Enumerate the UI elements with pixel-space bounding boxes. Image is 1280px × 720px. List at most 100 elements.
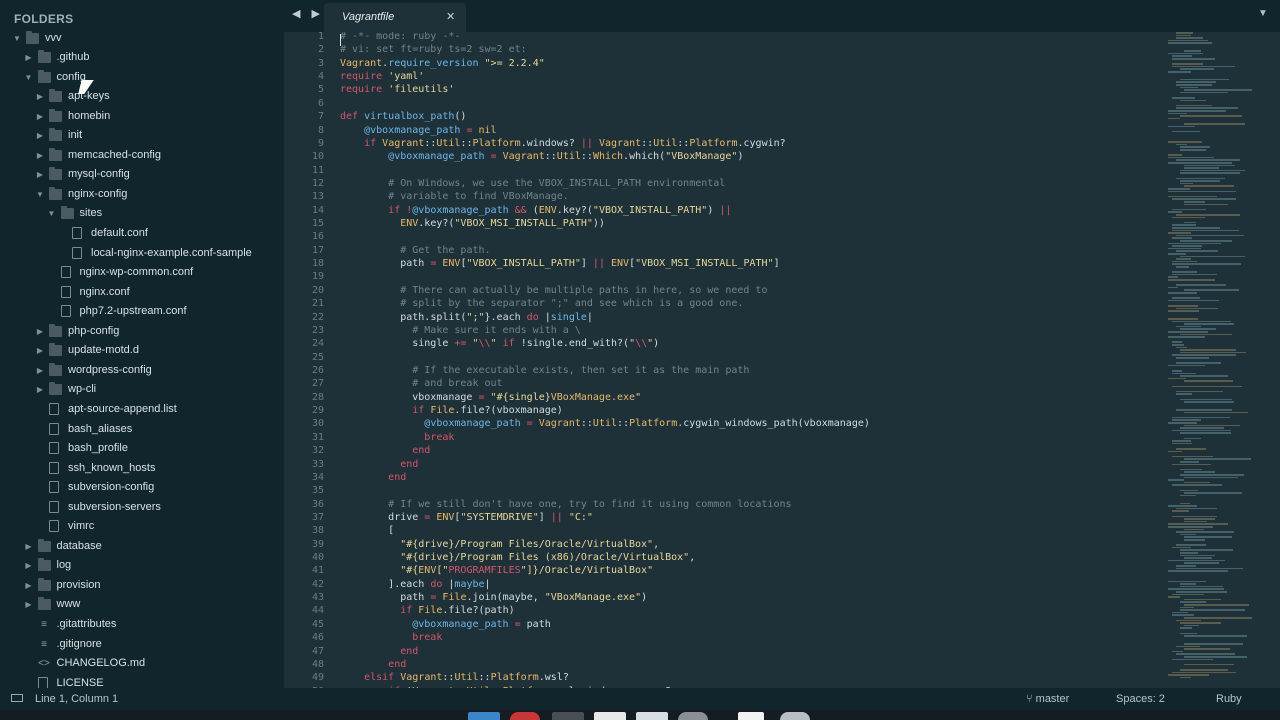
chevron-right-icon[interactable]: ▶ [24,537,34,556]
tree-folder[interactable]: ▶ homebin [0,107,284,126]
code-editor[interactable]: 1 2 3 4 5 6 7 8 9 10 11 12 13 14 15 16 17 18 19 20 21 22 23 24 2… [284,32,1280,688]
dock-app-icon[interactable] [468,712,500,720]
tab-nav-arrows[interactable]: ◀ ▶ [292,7,324,20]
tree-folder[interactable]: ▶ www [0,595,284,614]
code-line[interactable]: end [340,444,430,457]
tab-dropdown-icon[interactable]: ▼ [1258,8,1268,19]
tree-file[interactable]: LICENSE [0,674,284,688]
chevron-right-icon[interactable]: ▶ [24,48,34,67]
tree-folder[interactable]: ▶ .github [0,48,284,67]
code-line[interactable]: path = File.join(maybe, "VBoxManage.exe"… [340,591,647,604]
tree-folder[interactable]: ▶ database [0,537,284,556]
code-line[interactable]: "#{ENV["PROGRAMFILES"]}/Oracle/VirtualBo… [340,564,653,577]
tree-folder[interactable]: ▶ update-motd.d [0,341,284,360]
tree-file[interactable]: apt-source-append.list [0,400,284,419]
indentation-setting[interactable]: Spaces: 2 [1116,693,1165,705]
code-line[interactable]: if Vagrant::Util::Platform.windows? || V… [340,137,786,150]
dock-app-icon[interactable] [780,712,810,720]
code-line[interactable]: single += "\\" if !single.end_with?("\\"… [340,337,659,350]
cursor-position[interactable]: Line 1, Column 1 [35,693,118,705]
panel-toggle-icon[interactable] [11,694,23,702]
code-line[interactable]: drive = ENV["SYSTEMDRIVE"] || "C:" [340,511,593,524]
code-line[interactable]: break [340,431,454,444]
code-line[interactable]: @vboxmanage_path = path [340,618,551,631]
chevron-down-icon[interactable]: ▼ [24,68,34,87]
chevron-right-icon[interactable]: ▶ [35,165,45,184]
chevron-right-icon[interactable]: ▶ [35,87,45,106]
tree-file[interactable]: default.conf [0,224,284,243]
git-branch[interactable]: ⑂ master [1026,693,1069,705]
dock-app-icon[interactable] [678,712,708,720]
dock-app-icon[interactable] [594,712,626,720]
tree-file[interactable]: bash_aliases [0,420,284,439]
code-line[interactable]: break [340,631,442,644]
code-line[interactable]: # There can actually be multiple paths i… [340,284,767,297]
tree-file[interactable]: local-nginx-example.conf-sample [0,244,284,263]
code-line[interactable]: @vboxmanage_path = nil [340,124,496,137]
tree-folder[interactable]: ▶ init [0,126,284,145]
tree-folder[interactable]: ▶ provision [0,576,284,595]
code-line[interactable]: path.split(";"}.each do |single| [340,311,593,324]
code-line[interactable]: vboxmanage = "#{single}VBoxManage.exe" [340,391,641,404]
code-line[interactable]: # Get the path. [340,244,490,257]
code-line[interactable]: [ [340,524,394,537]
tab-vagrantfile[interactable]: Vagrantfile ✕ [324,3,466,32]
tree-file[interactable]: vimrc [0,517,284,536]
tree-file[interactable]: nginx.conf [0,283,284,302]
tree-folder[interactable]: ▶ php-config [0,322,284,341]
code-line[interactable]: ].each do |maybe| [340,578,490,591]
chevron-right-icon[interactable]: ▶ [35,107,45,126]
code-line[interactable]: Vagrant.require_version ">= 2.2.4" [340,57,545,70]
syntax-selector[interactable]: Ruby [1216,693,1242,705]
chevron-right-icon[interactable]: ▶ [35,361,45,380]
chevron-down-icon[interactable]: ▼ [47,204,57,223]
code-line[interactable]: "#{drive}/Program Files (x86)/Oracle/Vir… [340,551,695,564]
tree-folder[interactable]: ▶ wp-cli [0,380,284,399]
chevron-right-icon[interactable]: ▶ [35,380,45,399]
tree-folder[interactable]: ▼ config [0,68,284,87]
tree-file[interactable]: bash_profile [0,439,284,458]
code-line[interactable]: @vboxmanage_path = Vagrant::Util::Platfo… [340,417,870,430]
tree-file[interactable]: subversion-servers [0,498,284,517]
tree-file[interactable]: nginx-wp-common.conf [0,263,284,282]
code-line[interactable]: require 'fileutils' [340,83,454,96]
tree-folder[interactable]: ▼ vvv [0,29,284,48]
tree-folder[interactable]: ▶ mysql-config [0,165,284,184]
chevron-right-icon[interactable]: ▶ [35,341,45,360]
chevron-right-icon[interactable]: ▶ [35,126,45,145]
code-line[interactable]: if File.file?(path) [340,604,514,617]
code-line[interactable]: ENV.key?("VBOX_MSI_INSTALL_PATH")) [340,217,605,230]
code-line[interactable]: if File.file?(vboxmanage) [340,404,563,417]
code-line[interactable]: def virtualbox_path() [340,110,466,123]
tree-folder[interactable]: ▶ memcached-config [0,146,284,165]
dock-app-icon[interactable] [738,712,764,720]
code-line[interactable]: elsif Vagrant::Util::Platform.wsl? [340,671,569,684]
tree-folder[interactable]: ▶ wordpress-config [0,361,284,380]
code-line[interactable]: path = ENV["VBOX_INSTALL_PATH"] || ENV["… [340,257,779,270]
chevron-right-icon[interactable]: ▶ [24,595,34,614]
tree-folder[interactable]: ▶ apt-keys [0,87,284,106]
dock-app-icon[interactable] [636,712,668,720]
code-line[interactable]: # -*- mode: ruby -*- [340,32,460,43]
code-line[interactable]: # If we still don't have one, try to fin… [340,498,791,511]
tree-file[interactable]: ssh_known_hosts [0,459,284,478]
code-line[interactable]: # split by the separator ";" and see whi… [340,297,743,310]
code-line[interactable]: # variable to find VBoxManage. [340,190,569,203]
chevron-right-icon[interactable]: ▶ [24,576,34,595]
chevron-down-icon[interactable]: ▼ [12,29,22,48]
close-icon[interactable]: ✕ [446,10,455,23]
code-line[interactable]: if !@vboxmanage_path && (ENV.key?("VBOX_… [340,204,731,217]
code-line[interactable]: # If the executable exists, then set it … [340,364,749,377]
tree-file[interactable]: php7.2-upstream.conf [0,302,284,321]
chevron-right-icon[interactable]: ▶ [24,556,34,575]
tree-file[interactable]: ≡ .gitattributes [0,615,284,634]
tree-folder[interactable]: ▼ nginx-config [0,185,284,204]
code-line[interactable]: # Make sure it ends with a \ [340,324,581,337]
code-line[interactable]: @vboxmanage_path = Vagrant::Util::Which.… [340,150,743,163]
dock-app-icon[interactable] [552,712,584,720]
chevron-right-icon[interactable]: ▶ [35,146,45,165]
code-line[interactable]: # and break out [340,377,502,390]
code-line[interactable]: end [340,458,418,471]
minimap[interactable] [1168,32,1272,688]
code-line[interactable]: end [340,471,406,484]
